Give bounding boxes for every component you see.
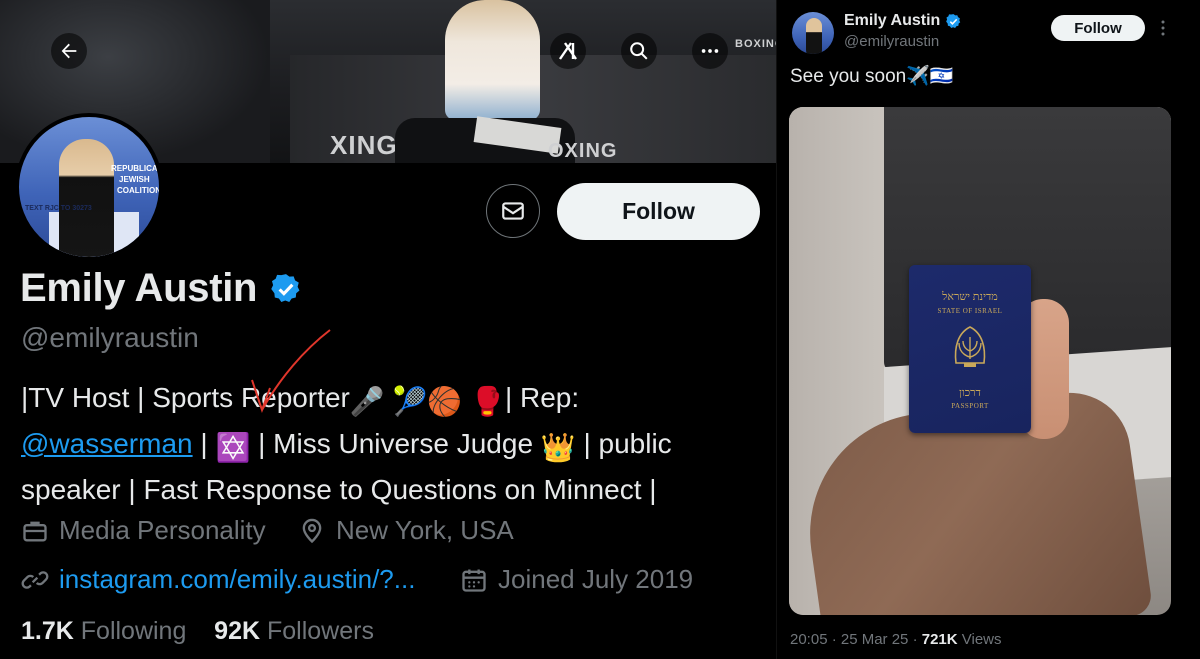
profile-category: Media Personality xyxy=(21,515,266,546)
search-button[interactable] xyxy=(621,33,657,69)
profile-panel: XING BOXING OXING REPUBLICAN JEWISH COAL… xyxy=(0,0,776,659)
verified-badge-icon xyxy=(946,13,961,28)
followers-label: Followers xyxy=(267,617,374,645)
profile-website[interactable]: instagram.com/emily.austin/?... xyxy=(21,564,415,595)
tweet-timestamp[interactable]: 20:05 · 25 Mar 25 · xyxy=(790,631,922,648)
basketball-emoji: 🏀 xyxy=(427,386,463,417)
profile-avatar[interactable]: REPUBLICAN JEWISH COALITION TEXT RJC TO … xyxy=(15,113,163,261)
boxing-glove-emoji: 🥊 xyxy=(470,386,505,417)
link-icon xyxy=(21,570,49,589)
more-vertical-icon[interactable] xyxy=(1157,17,1169,39)
menorah-emblem-icon xyxy=(954,326,986,367)
more-horizontal-icon xyxy=(701,49,719,53)
following-count: 1.7K xyxy=(21,617,74,645)
tennis-ball-emoji: 🎾 xyxy=(392,386,428,417)
grok-button[interactable] xyxy=(550,33,586,69)
verified-badge-icon xyxy=(271,273,300,302)
star-of-david-emoji: ✡️ xyxy=(215,432,251,463)
passport-hebrew-bottom: דרכון xyxy=(959,387,981,399)
bio-text: | Rep: xyxy=(504,382,580,413)
search-icon xyxy=(630,42,648,60)
envelope-icon xyxy=(502,202,524,220)
location-text: New York, USA xyxy=(336,515,514,545)
tweet-author-name: Emily Austin xyxy=(844,12,941,29)
avatar-text: TEXT RJC TO 30273 xyxy=(25,205,92,212)
following-label: Following xyxy=(80,617,187,645)
grok-icon xyxy=(559,42,577,60)
followers-link[interactable]: 92K Followers xyxy=(214,617,374,645)
profile-handle: @emilyraustin xyxy=(21,322,199,353)
avatar-text: COALITION xyxy=(117,186,161,195)
microphone-emoji: 🎤 xyxy=(349,386,385,417)
followers-count: 92K xyxy=(214,617,261,645)
banner-logo-text: BOXING xyxy=(735,38,776,50)
profile-name-row: Emily Austin xyxy=(20,266,303,311)
tweet-avatar[interactable] xyxy=(792,12,834,54)
tweet-views-label: Views xyxy=(957,631,1002,648)
profile-name: Emily Austin xyxy=(20,266,258,310)
website-link[interactable]: instagram.com/emily.austin/?... xyxy=(59,564,415,595)
passport-image: מדינת ישראל STATE OF ISRAEL דרכון PASSPO… xyxy=(909,265,1031,433)
bio-text: | xyxy=(192,428,216,459)
profile-location: New York, USA xyxy=(298,515,514,546)
tweet-follow-button[interactable]: Follow xyxy=(1051,15,1145,41)
plane-flag-emoji: ✈️🇮🇱 xyxy=(906,66,954,87)
back-button[interactable] xyxy=(51,33,87,69)
joined-text: Joined July 2019 xyxy=(498,564,694,594)
briefcase-icon xyxy=(23,521,47,541)
passport-english-top: STATE OF ISRAEL xyxy=(937,307,1003,315)
profile-bio: |TV Host | Sports Reporter🎤 🎾🏀 🥊| Rep: @… xyxy=(21,377,761,511)
tweet-author-handle: @emilyraustin xyxy=(844,33,940,50)
location-pin-icon xyxy=(302,518,322,543)
tweet-author[interactable]: Emily Austin xyxy=(844,12,962,30)
follow-button[interactable]: Follow xyxy=(557,183,760,240)
following-link[interactable]: 1.7K Following xyxy=(21,617,186,645)
bio-text: | public xyxy=(575,428,672,459)
tweet-card: Emily Austin @emilyraustin Follow See yo… xyxy=(777,0,1200,659)
mention-link-wasserman[interactable]: @wasserman xyxy=(21,428,193,459)
passport-hebrew-top: מדינת ישראל xyxy=(942,291,998,303)
message-button[interactable] xyxy=(486,184,540,238)
tweet-text-content: See you soon xyxy=(790,66,907,87)
profile-joined: Joined July 2019 xyxy=(460,564,693,595)
tweet-views-count: 721K xyxy=(921,631,958,648)
arrow-left-icon xyxy=(61,43,77,59)
tweet-meta: 20:05 · 25 Mar 25 · 721K Views xyxy=(790,631,1002,648)
profile-counts: 1.7K Following 92K Followers xyxy=(21,617,374,646)
avatar-text: REPUBLICAN xyxy=(111,164,163,173)
banner-logo-text: XING xyxy=(330,130,398,160)
tweet-text: See you soon✈️🇮🇱 xyxy=(790,64,954,88)
crown-emoji: 👑 xyxy=(540,432,576,463)
bio-text: speaker | Fast Response to Questions on … xyxy=(21,474,657,505)
category-text: Media Personality xyxy=(59,515,266,545)
avatar-text: JEWISH xyxy=(119,175,150,184)
banner-logo-text: OXING xyxy=(548,140,618,162)
calendar-icon xyxy=(462,569,486,592)
more-button[interactable] xyxy=(692,33,728,69)
tweet-photo[interactable]: מדינת ישראל STATE OF ISRAEL דרכון PASSPO… xyxy=(789,107,1171,615)
bio-text: | Miss Universe Judge xyxy=(250,428,541,459)
passport-english-bottom: PASSPORT xyxy=(951,402,989,410)
annotation-checkmark-icon xyxy=(251,329,331,414)
